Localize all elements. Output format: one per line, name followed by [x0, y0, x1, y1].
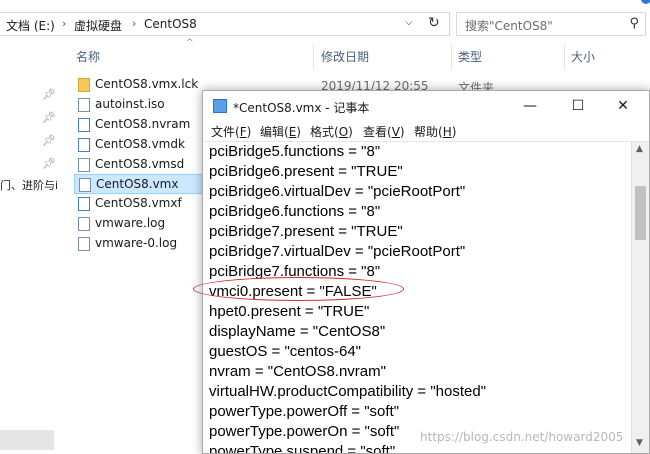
text-line: pciBridge6.functions = "8" [209, 203, 381, 220]
file-name: autoinst.iso [95, 97, 165, 111]
menu-file[interactable]: 文件(F) [211, 123, 251, 140]
column-header-modified[interactable]: 修改日期 [321, 48, 369, 65]
file-row[interactable]: CentOS8.vmdk [74, 135, 210, 155]
text-line: pciBridge5.functions = "8" [209, 143, 381, 160]
text-line: pciBridge7.present = "TRUE" [209, 223, 403, 240]
text-line: displayName = "CentOS8" [209, 323, 386, 340]
file-name: CentOS8.vmx.lck [95, 77, 199, 91]
highlight-ellipse [193, 277, 404, 301]
navigation-pane: 📌︎ 📌︎ 📌︎ 📌︎ 门、进阶与i [0, 46, 58, 454]
close-button[interactable]: ✕ [608, 95, 638, 117]
search-input[interactable]: 搜索"CentOS8" ⚲ [456, 12, 646, 36]
menu-help[interactable]: 帮助(H) [414, 123, 456, 140]
text-line: pciBridge6.present = "TRUE" [209, 163, 403, 180]
menu-format[interactable]: 格式(O) [310, 123, 353, 140]
notepad-title-bar[interactable]: *CentOS8.vmx - 记事本 — ☐ ✕ [203, 91, 649, 121]
text-line: pciBridge7.virtualDev = "pcieRootPort" [209, 243, 466, 260]
notification-dot [641, 0, 650, 4]
chevron-down-icon[interactable]: ⌵ [405, 17, 413, 28]
file-row[interactable]: CentOS8.vmxf [74, 194, 210, 214]
pin-icon[interactable]: 📌︎ [42, 111, 56, 124]
file-icon [78, 118, 90, 132]
menu-edit[interactable]: 编辑(E) [260, 123, 301, 140]
file-row[interactable]: CentOS8.vmsd [74, 155, 210, 175]
column-header-type[interactable]: 类型 [458, 48, 482, 65]
search-placeholder: 搜索"CentOS8" [465, 19, 553, 33]
window-title: *CentOS8.vmx - 记事本 [233, 101, 370, 115]
file-row[interactable]: CentOS8.vmx.lck [74, 75, 210, 95]
menu-bar: 文件(F) 编辑(E) 格式(O) 查看(V) 帮助(H) [203, 121, 649, 141]
sort-ascending-icon: ^ [186, 38, 194, 48]
file-row[interactable]: vmware-0.log [74, 234, 210, 254]
text-line: pciBridge6.virtualDev = "pcieRootPort" [209, 183, 466, 200]
notepad-icon [213, 99, 227, 113]
file-name: CentOS8.vmx [96, 177, 179, 191]
search-icon[interactable]: ⚲ [629, 16, 639, 31]
column-divider[interactable] [451, 44, 452, 70]
vm-file-icon [79, 178, 91, 192]
text-line: guestOS = "centos-64" [209, 343, 361, 360]
breadcrumb-separator-icon[interactable]: › [132, 17, 136, 30]
column-divider[interactable] [313, 44, 314, 70]
file-name: CentOS8.vmxf [95, 196, 182, 210]
text-line: hpet0.present = "TRUE" [209, 303, 370, 320]
file-name: CentOS8.vmsd [95, 157, 185, 171]
file-row[interactable]: autoinst.iso [74, 95, 210, 115]
file-row[interactable]: CentOS8.nvram [74, 115, 210, 135]
breadcrumb-drive[interactable]: 文档 (E:) [6, 17, 55, 34]
text-file-icon [78, 217, 90, 231]
text-line: powerType.powerOn = "soft" [209, 423, 400, 440]
file-icon [78, 158, 90, 172]
column-header-name[interactable]: 名称 [76, 48, 100, 65]
disc-file-icon [78, 98, 90, 112]
file-row[interactable]: vmware.log [74, 214, 210, 234]
breadcrumb-separator-icon[interactable]: › [62, 17, 66, 30]
column-header-size[interactable]: 大小 [571, 48, 595, 65]
breadcrumb-current[interactable]: CentOS8 [144, 17, 197, 31]
file-name: vmware.log [95, 216, 166, 230]
notepad-window: *CentOS8.vmx - 记事本 — ☐ ✕ 文件(F) 编辑(E) 格式(… [202, 90, 650, 454]
maximize-button[interactable]: ☐ [563, 95, 593, 117]
scroll-down-icon[interactable]: ▼ [636, 438, 643, 448]
vertical-scrollbar[interactable]: ▲ ▼ [631, 142, 649, 453]
scrollbar-thumb[interactable] [635, 186, 646, 240]
watermark-text: https://blog.csdn.net/howard2005 [420, 430, 624, 444]
address-bar[interactable]: 文档 (E:) › 虚拟硬盘 › CentOS8 ⌵ ↻ [0, 12, 450, 36]
nav-selected-item[interactable] [0, 430, 54, 450]
disk-file-icon [78, 138, 90, 152]
file-name: CentOS8.vmdk [95, 137, 185, 151]
text-file-icon [78, 237, 90, 251]
column-divider[interactable] [564, 44, 565, 70]
refresh-icon[interactable]: ↻ [428, 15, 440, 31]
file-row-selected[interactable]: CentOS8.vmx [74, 174, 210, 194]
file-name: vmware-0.log [95, 236, 178, 250]
pin-icon[interactable]: 📌︎ [42, 134, 56, 147]
file-icon [78, 197, 90, 211]
text-line: virtualHW.productCompatibility = "hosted… [209, 383, 487, 400]
address-row: 文档 (E:) › 虚拟硬盘 › CentOS8 ⌵ ↻ 搜索"CentOS8"… [0, 0, 650, 46]
nav-item-label[interactable]: 门、进阶与i [0, 177, 58, 193]
minimize-button[interactable]: — [515, 95, 545, 117]
text-line: powerType.powerOff = "soft" [209, 403, 400, 420]
scroll-up-icon[interactable]: ▲ [636, 144, 643, 154]
menu-view[interactable]: 查看(V) [363, 123, 405, 140]
pin-icon[interactable]: 📌︎ [42, 88, 56, 101]
pin-icon[interactable]: 📌︎ [42, 157, 56, 170]
file-name: CentOS8.nvram [95, 117, 191, 131]
breadcrumb-folder[interactable]: 虚拟硬盘 [74, 17, 122, 34]
folder-icon [78, 78, 90, 92]
text-line: powerType.suspend = "soft" [209, 443, 396, 453]
text-line: nvram = "CentOS8.nvram" [209, 363, 386, 380]
